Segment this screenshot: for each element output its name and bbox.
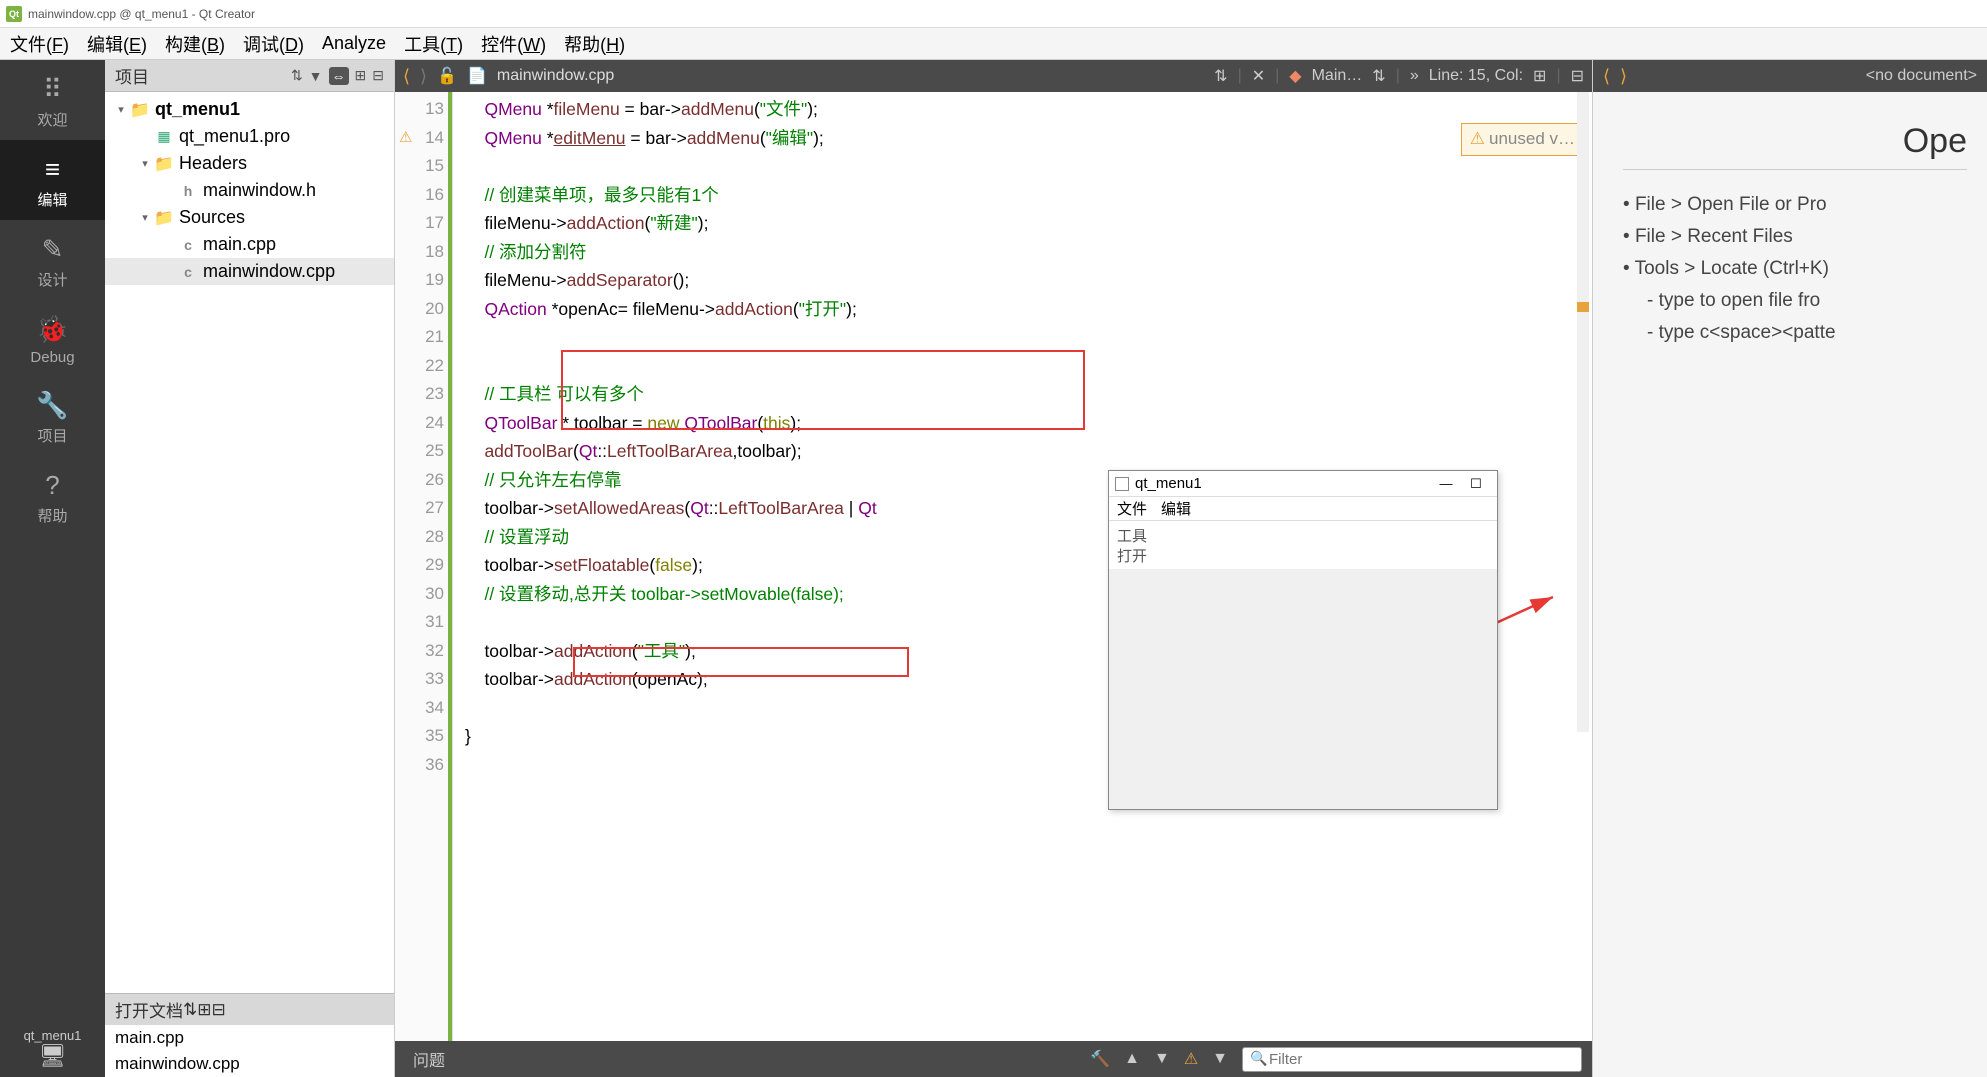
- menu-item[interactable]: 文件(F): [10, 31, 69, 57]
- file-icon: 📄: [467, 66, 487, 86]
- run-target[interactable]: qt_menu1🖥: [0, 1020, 105, 1077]
- split-icon[interactable]: ⊞: [1533, 66, 1546, 86]
- project-pane: 项目 ⇅ ▼ ⇔ ⊞ ⊟ ▾qt_menu1qt_menu1.pro▾Heade…: [105, 60, 395, 1077]
- mode-帮助[interactable]: ?帮助: [0, 456, 105, 536]
- maximize-icon[interactable]: ☐: [1461, 476, 1491, 492]
- prev-icon[interactable]: ▲: [1124, 1050, 1140, 1068]
- link-icon[interactable]: ⇔: [329, 67, 349, 85]
- popup-menubar[interactable]: 文件编辑: [1109, 497, 1497, 521]
- filter-icon[interactable]: ▼: [309, 68, 323, 84]
- help-link[interactable]: File > Open File or Pro: [1623, 194, 1967, 216]
- menu-item[interactable]: 工具(T): [404, 31, 463, 57]
- help-pane: ⟨ ⟩ <no document> Ope File > Open File o…: [1592, 60, 1987, 1077]
- open-doc-item[interactable]: main.cpp: [105, 1025, 394, 1051]
- nav-fwd-icon[interactable]: ⟩: [1620, 66, 1627, 87]
- menu-item[interactable]: 编辑(E): [87, 31, 147, 57]
- window-titlebar: Qt mainwindow.cpp @ qt_menu1 - Qt Creato…: [0, 0, 1987, 28]
- build-icon[interactable]: 🔨: [1090, 1049, 1110, 1069]
- main-menubar[interactable]: 文件(F) 编辑(E) 构建(B) 调试(D) Analyze 工具(T) 控件(W) 帮助(…: [0, 28, 1987, 60]
- mode-sidebar: ⠿欢迎≡编辑✎设计🐞Debug🔧项目?帮助 qt_menu1🖥: [0, 60, 105, 1077]
- editor-bottom-bar: 问题 🔨 ▲ ▼ ⚠ ▼ 🔍: [395, 1041, 1592, 1077]
- tree-item[interactable]: mainwindow.h: [105, 177, 394, 204]
- filter-input[interactable]: [1242, 1047, 1582, 1072]
- warn-filter-icon[interactable]: ⚠: [1184, 1049, 1198, 1069]
- warning-badge[interactable]: unused v…: [1461, 123, 1584, 156]
- app-icon: [1115, 477, 1129, 491]
- tree-item[interactable]: ▾Sources: [105, 204, 394, 231]
- split-icon[interactable]: ⊞: [355, 67, 367, 84]
- qt-creator-icon: Qt: [6, 6, 22, 22]
- help-link[interactable]: File > Recent Files: [1623, 226, 1967, 248]
- menu-item[interactable]: 帮助(H): [564, 31, 625, 57]
- menu-item[interactable]: 调试(D): [243, 31, 304, 57]
- help-heading: Ope: [1623, 122, 1967, 161]
- line-gutter: 1314151617181920212223242526272829303132…: [395, 92, 453, 1041]
- editor-filename[interactable]: mainwindow.cpp: [497, 67, 614, 85]
- popup-toolbar[interactable]: 工具打开: [1109, 521, 1497, 569]
- no-document-label: <no document>: [1866, 67, 1977, 85]
- split-icon[interactable]: ⊞: [197, 1000, 211, 1020]
- scrollbar-minimap[interactable]: [1577, 92, 1589, 732]
- close-editor-icon[interactable]: ✕: [1252, 66, 1265, 86]
- popup-menu-item[interactable]: 文件: [1117, 498, 1147, 519]
- mode-Debug[interactable]: 🐞Debug: [0, 300, 105, 376]
- popup-menu-item[interactable]: 编辑: [1161, 498, 1191, 519]
- target-icon: ◆: [1289, 66, 1301, 86]
- tree-item[interactable]: ▾qt_menu1: [105, 96, 394, 123]
- tree-item[interactable]: main.cpp: [105, 231, 394, 258]
- project-pane-title: 项目: [115, 63, 149, 88]
- updown-icon[interactable]: ⇅: [183, 1000, 197, 1020]
- menu-item[interactable]: 控件(W): [481, 31, 546, 57]
- tree-item[interactable]: ▾Headers: [105, 150, 394, 177]
- close-pane-icon[interactable]: ⊟: [372, 67, 384, 84]
- running-app-window[interactable]: qt_menu1 — ☐ 文件编辑 工具打开: [1108, 470, 1498, 810]
- help-body: Ope File > Open File or Pro File > Recent…: [1593, 92, 1987, 1077]
- open-docs-title: 打开文档: [115, 997, 183, 1022]
- popup-titlebar[interactable]: qt_menu1 — ☐: [1109, 471, 1497, 497]
- lock-icon[interactable]: 🔓: [437, 66, 457, 86]
- close-split-icon[interactable]: ⊟: [1571, 66, 1584, 86]
- popup-tool-item[interactable]: 工具: [1117, 525, 1489, 545]
- mode-欢迎[interactable]: ⠿欢迎: [0, 60, 105, 140]
- updown-icon[interactable]: ⇅: [1214, 66, 1227, 86]
- popup-tool-item[interactable]: 打开: [1117, 545, 1489, 565]
- mode-编辑[interactable]: ≡编辑: [0, 140, 105, 220]
- target-label[interactable]: Main…: [1312, 67, 1363, 85]
- nav-fwd-icon[interactable]: ⟩: [420, 66, 427, 87]
- updown-icon[interactable]: ⇅: [1372, 66, 1385, 86]
- tree-item[interactable]: qt_menu1.pro: [105, 123, 394, 150]
- tree-item[interactable]: mainwindow.cpp: [105, 258, 394, 285]
- menu-item[interactable]: Analyze: [322, 33, 386, 54]
- help-text: type to open file fro: [1623, 290, 1967, 312]
- nav-back-icon[interactable]: ⟨: [403, 66, 410, 87]
- help-link[interactable]: Tools > Locate (Ctrl+K): [1623, 258, 1967, 280]
- project-tree[interactable]: ▾qt_menu1qt_menu1.pro▾Headersmainwindow.…: [105, 92, 394, 993]
- editor-toolbar: ⟨ ⟩ 🔓 📄 mainwindow.cpp ⇅ | ✕ | ◆ Main… ⇅…: [395, 60, 1592, 92]
- updown-icon[interactable]: ⇅: [291, 67, 303, 84]
- project-pane-header: 项目 ⇅ ▼ ⇔ ⊞ ⊟: [105, 60, 394, 92]
- menu-item[interactable]: 构建(B): [165, 31, 225, 57]
- help-text: type c<space><patte: [1623, 322, 1967, 344]
- cursor-position[interactable]: Line: 15, Col:: [1429, 67, 1523, 85]
- nav-back-icon[interactable]: ⟨: [1603, 66, 1610, 87]
- issues-tab[interactable]: 问题: [405, 1043, 453, 1075]
- open-docs-header: 打开文档 ⇅ ⊞ ⊟: [105, 993, 394, 1025]
- window-title: mainwindow.cpp @ qt_menu1 - Qt Creator: [28, 7, 255, 21]
- filter-icon[interactable]: ▼: [1212, 1050, 1228, 1068]
- goto-icon[interactable]: »: [1410, 67, 1419, 85]
- open-doc-item[interactable]: mainwindow.cpp: [105, 1051, 394, 1077]
- next-icon[interactable]: ▼: [1154, 1050, 1170, 1068]
- popup-title: qt_menu1: [1135, 475, 1202, 492]
- close-pane-icon[interactable]: ⊟: [212, 1000, 226, 1020]
- mode-项目[interactable]: 🔧项目: [0, 376, 105, 456]
- mode-设计[interactable]: ✎设计: [0, 220, 105, 300]
- minimize-icon[interactable]: —: [1431, 476, 1461, 491]
- open-docs-list[interactable]: main.cppmainwindow.cpp: [105, 1025, 394, 1077]
- help-toolbar: ⟨ ⟩ <no document>: [1593, 60, 1987, 92]
